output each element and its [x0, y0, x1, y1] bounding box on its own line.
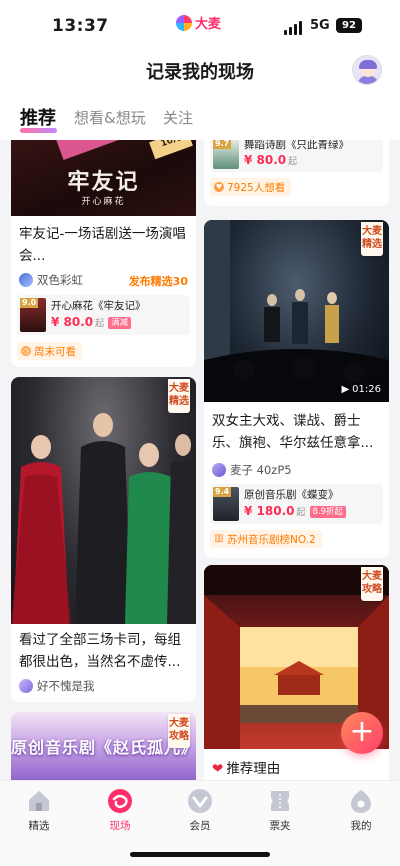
want-count-chip: ♥ 7925人想看: [210, 178, 292, 196]
cover-subtitle: 开心麻花: [81, 197, 126, 207]
show-info-card[interactable]: 9.0 开心麻花《牢友记》 ¥ 80.0 起满减: [17, 295, 190, 335]
page-header: 记录我的现场: [0, 50, 400, 92]
add-post-button[interactable]: +: [341, 712, 383, 754]
nav-item-ticket[interactable]: 票夹: [250, 787, 310, 833]
feed-card[interactable]: 10月 牢友记 开心麻花 牢友记-一场话剧送一场演唱会... 双色彩虹 发布精选…: [11, 140, 196, 367]
ranking-icon: ▥: [214, 533, 224, 544]
show-score: 9.0: [20, 298, 39, 308]
tab-recommend[interactable]: 推荐: [20, 104, 56, 130]
author-avatar: [212, 463, 226, 477]
card-author[interactable]: 双色彩虹: [19, 272, 83, 288]
card-title[interactable]: 双女主大戏、谍战、爵士乐、旗袍、华尔兹任意拿...: [212, 410, 381, 454]
waterfall-feed[interactable]: 10月 牢友记 开心麻花 牢友记-一场话剧送一场演唱会... 双色彩虹 发布精选…: [0, 140, 400, 780]
tab-want-to-see[interactable]: 想看&想玩: [74, 107, 146, 128]
home-icon: [29, 791, 49, 811]
tab-following[interactable]: 关注: [163, 107, 193, 128]
profile-icon: [351, 790, 371, 813]
show-poster: 9.4: [213, 487, 239, 521]
home-indicator: [130, 852, 270, 857]
show-info-card[interactable]: 9.7 舞蹈诗剧《只此青绿》 ¥ 80.0 起: [210, 140, 383, 172]
show-poster: 9.7: [213, 140, 239, 169]
ticket-icon: [271, 791, 289, 811]
author-name: 双色彩虹: [37, 273, 83, 287]
feed-card[interactable]: 原创音乐剧《赵氏孤儿》 大麦攻略: [11, 712, 196, 780]
damai-logo-icon: [176, 14, 192, 31]
cover-title: 牢友记: [67, 169, 140, 195]
card-title[interactable]: ❤ 推荐理由: [212, 758, 381, 780]
card-author[interactable]: 好不愧是我: [19, 678, 95, 694]
status-time: 13:37: [52, 16, 109, 36]
discount-tag: 8.9折起: [309, 506, 347, 518]
editor-pick-badge: 大麦精选: [168, 379, 190, 413]
show-name: 开心麻花《牢友记》: [51, 300, 146, 312]
show-score: 9.7: [213, 140, 232, 149]
signal-icon: [284, 21, 302, 35]
card-title[interactable]: 牢友记-一场话剧送一场演唱会...: [19, 223, 188, 267]
video-duration: ▶ 01:26: [341, 384, 381, 395]
nav-item-member[interactable]: 会员: [170, 787, 230, 833]
promo-tag: 满减: [108, 317, 132, 329]
scene-icon: [108, 789, 132, 813]
nav-item-scene[interactable]: 现场: [90, 787, 150, 833]
show-info-card[interactable]: 9.4 原创音乐剧《蝶变》 ¥ 180.0 起 8.9折起: [210, 484, 383, 524]
author-name: 麦子 40zP5: [230, 463, 292, 477]
page-title: 记录我的现场: [146, 62, 254, 83]
feed-card[interactable]: 9.7 舞蹈诗剧《只此青绿》 ¥ 80.0 起 ♥ 7925人想看: [204, 140, 389, 206]
clock-icon: ◷: [21, 346, 31, 356]
author-name: 好不愧是我: [37, 679, 95, 693]
show-price: ¥ 180.0 起 8.9折起: [244, 504, 347, 518]
feed-card[interactable]: 大麦精选 看过了全部三场卡司，每组都很出色，当然名不虚传... 好不愧是我: [11, 377, 196, 702]
member-icon: [188, 789, 212, 813]
heart-icon: ❤: [212, 761, 224, 777]
card-cover-image: 10月 牢友记 开心麻花: [11, 140, 196, 216]
weekend-chip: ◷ 周末可看: [17, 342, 82, 360]
nav-item-profile[interactable]: 我的: [331, 787, 391, 833]
publish-tag: 发布精选30: [128, 275, 188, 288]
show-name: 舞蹈诗剧《只此青绿》: [244, 140, 349, 151]
ranking-chip: ▥ 苏州音乐剧榜NO.2: [210, 530, 322, 548]
feed-card[interactable]: 大麦精选 ▶ 01:26 双女主大戏、谍战、爵士乐、旗袍、华尔兹任意拿... 麦…: [204, 220, 389, 558]
guide-badge: 大麦攻略: [168, 714, 190, 748]
battery-icon: 92: [336, 18, 362, 33]
brand-indicator: 大麦: [176, 13, 221, 32]
show-score: 9.4: [213, 487, 232, 497]
guide-badge: 大麦攻略: [361, 567, 383, 601]
author-avatar: [19, 679, 33, 693]
card-cover-image: 原创音乐剧《赵氏孤儿》 大麦攻略: [11, 712, 196, 780]
brand-text: 大麦: [195, 17, 222, 32]
author-avatar: [19, 273, 33, 287]
card-title[interactable]: 看过了全部三场卡司，每组都很出色，当然名不虚传...: [19, 629, 188, 673]
network-type: 5G: [310, 18, 330, 33]
nav-item-featured[interactable]: 精选: [9, 787, 69, 833]
show-poster: 9.0: [20, 298, 46, 332]
show-name: 原创音乐剧《蝶变》: [244, 489, 339, 501]
card-author[interactable]: 麦子 40zP5: [212, 462, 292, 478]
user-avatar[interactable]: [352, 55, 382, 85]
show-price: ¥ 80.0 起: [244, 153, 298, 167]
show-price: ¥ 80.0 起满减: [51, 315, 132, 329]
feed-tabs: 推荐 想看&想玩 关注: [0, 106, 400, 140]
heart-icon: ♥: [214, 182, 224, 192]
status-bar: 13:37 大麦 5G 92: [0, 0, 400, 50]
play-icon: ▶: [341, 384, 350, 395]
editor-pick-badge: 大麦精选: [361, 222, 383, 256]
card-cover-image: 大麦精选: [11, 377, 196, 624]
video-cover-image: 大麦精选 ▶ 01:26: [204, 220, 389, 402]
